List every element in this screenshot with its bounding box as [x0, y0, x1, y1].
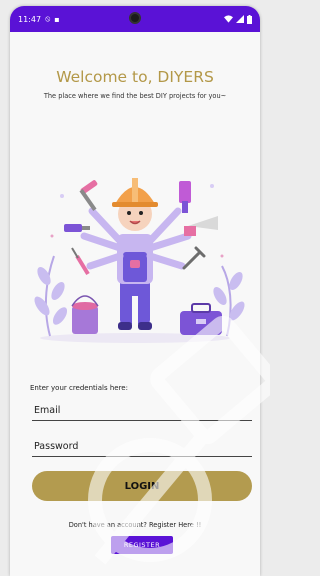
login-button[interactable]: LOGIN — [32, 471, 252, 501]
do-not-disturb-icon: ⦸ — [45, 14, 51, 23]
status-time: 11:47 — [18, 14, 42, 24]
wifi-icon — [224, 15, 233, 23]
page-title: Welcome to, DIYERS — [56, 68, 214, 86]
front-camera — [129, 12, 141, 24]
diy-worker-illustration — [34, 178, 245, 343]
signal-icon — [236, 15, 244, 23]
email-field[interactable] — [32, 401, 252, 421]
password-field[interactable] — [32, 437, 252, 457]
register-button[interactable]: REGISTER — [111, 536, 173, 554]
register-prompt: Don't have an account? Register Here !! — [68, 521, 202, 529]
page-subtitle: The place where we find the best DIY pro… — [43, 92, 227, 100]
phone-screen: 11:47 ⦸ ▪ Welcome to, DIYERS The place w… — [10, 6, 260, 576]
battery-icon — [247, 14, 252, 24]
credentials-label: Enter your credentials here: — [30, 384, 128, 392]
sim-card-icon: ▪ — [54, 14, 60, 24]
